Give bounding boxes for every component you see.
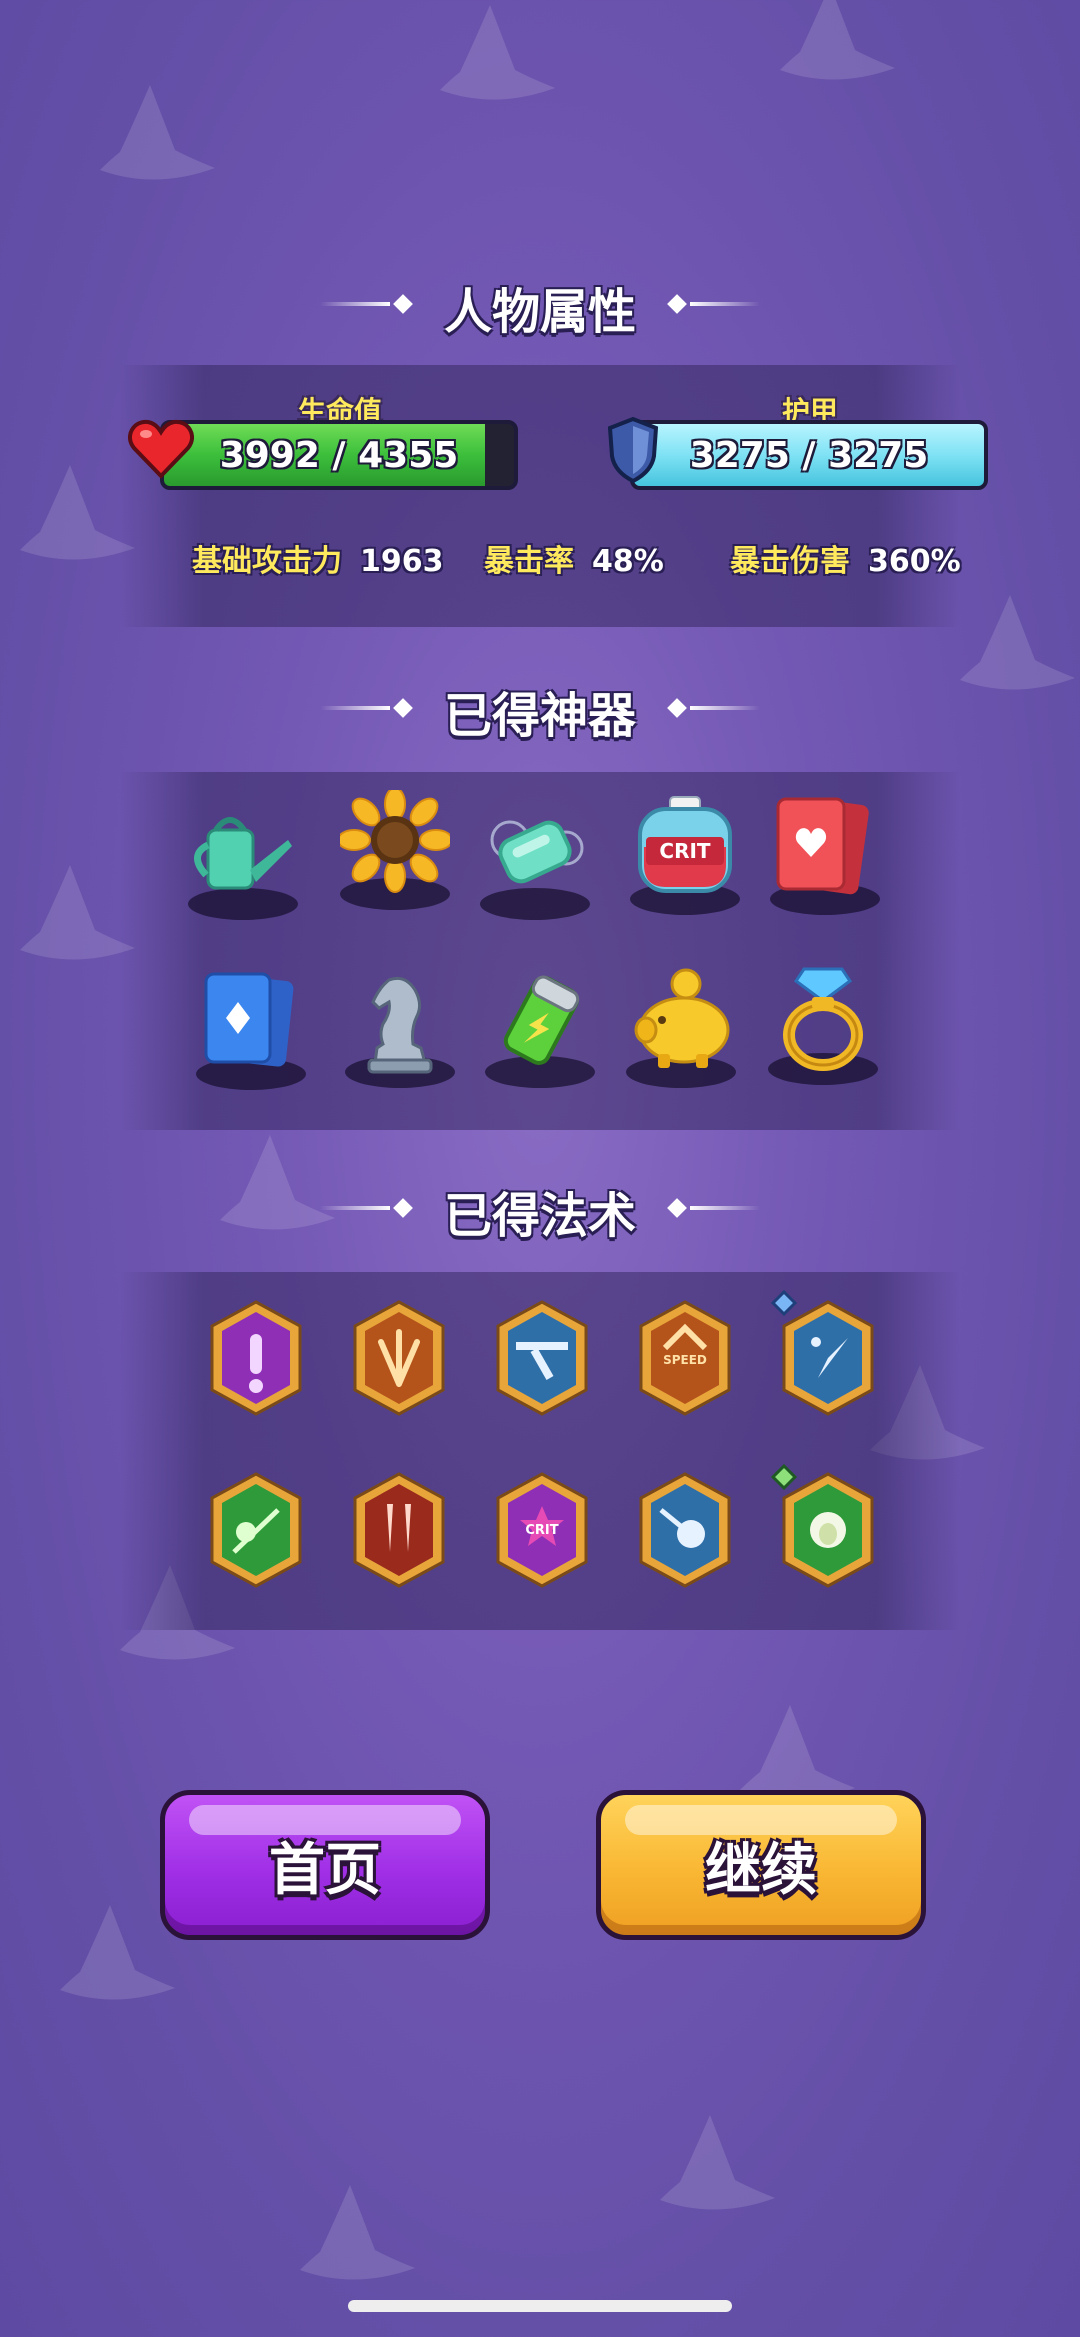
poison-spell-icon[interactable] [206, 1470, 306, 1590]
continue-button[interactable]: 继续 [596, 1790, 926, 1940]
crit-spell-icon[interactable]: CRIT [492, 1470, 592, 1590]
hat-watermark-icon [300, 2185, 415, 2280]
exclamation-spell-icon[interactable] [206, 1298, 306, 1418]
artifact-piggy-bank[interactable] [626, 968, 736, 1088]
crit-damage-stat: 暴击伤害 360% [730, 544, 961, 579]
launcher-spell-icon[interactable] [492, 1298, 592, 1418]
artifact-diamond-card[interactable] [196, 970, 306, 1090]
artifact-crit-potion[interactable]: CRIT [630, 795, 740, 915]
hat-watermark-icon [100, 85, 215, 180]
artifact-watering-can[interactable] [188, 800, 298, 920]
hat-watermark-icon [440, 5, 555, 100]
artifact-chess-knight[interactable] [345, 968, 455, 1088]
title-decoration-right [690, 706, 760, 710]
hat-watermark-icon [660, 2115, 775, 2210]
hp-bar: 3992 / 4355 [160, 420, 518, 490]
svg-text:CRIT: CRIT [525, 1523, 558, 1538]
artifact-battery[interactable] [485, 968, 595, 1088]
artifact-heart-card[interactable] [770, 795, 880, 915]
shield-icon [607, 416, 659, 484]
svg-text:SPEED: SPEED [663, 1353, 707, 1367]
svg-text:CRIT: CRIT [659, 839, 711, 863]
chess-knight-icon [367, 976, 433, 1074]
continue-button-label: 继续 [705, 1837, 817, 1903]
soap-icon [490, 820, 584, 884]
artifacts-title: 已得神器 [443, 688, 636, 744]
base-attack-stat: 基础攻击力 1963 [192, 544, 444, 579]
artifact-sunflower[interactable] [340, 790, 450, 910]
crit-rate-stat: 暴击率 48% [484, 544, 664, 579]
hat-watermark-icon [780, 0, 895, 80]
diamond-card-icon [204, 972, 294, 1067]
orb-spell-icon[interactable] [635, 1470, 735, 1590]
burst-spell-icon[interactable] [349, 1298, 449, 1418]
title-decoration-right [690, 1206, 760, 1210]
green-gem-marker-icon [771, 1464, 797, 1490]
hp-value: 3992 / 4355 [219, 434, 459, 476]
heart-card-icon [776, 797, 869, 895]
diamond-ring-icon [783, 967, 863, 1071]
home-button[interactable]: 首页 [160, 1790, 490, 1940]
sunflower-icon [340, 790, 450, 893]
title-decoration-right [690, 302, 760, 306]
spells-title: 已得法术 [443, 1188, 636, 1244]
watering-can-icon [194, 817, 292, 890]
battery-icon [503, 975, 580, 1065]
crit-potion-icon: CRIT [638, 796, 732, 893]
home-indicator [348, 2300, 732, 2312]
blue-gem-marker-icon [771, 1290, 797, 1316]
artifact-diamond-ring[interactable] [768, 965, 878, 1085]
armor-value: 3275 / 3275 [689, 434, 929, 476]
speed-spell-icon[interactable]: SPEED [635, 1298, 735, 1418]
crystal-spell-icon[interactable] [778, 1298, 878, 1418]
artifact-soap[interactable] [480, 800, 590, 920]
piggy-bank-icon [634, 968, 730, 1068]
home-button-label: 首页 [269, 1837, 381, 1903]
heart-icon [128, 419, 194, 479]
attributes-title: 人物属性 [443, 284, 636, 340]
twin-fang-spell-icon[interactable] [349, 1470, 449, 1590]
armor-bar: 3275 / 3275 [630, 420, 988, 490]
